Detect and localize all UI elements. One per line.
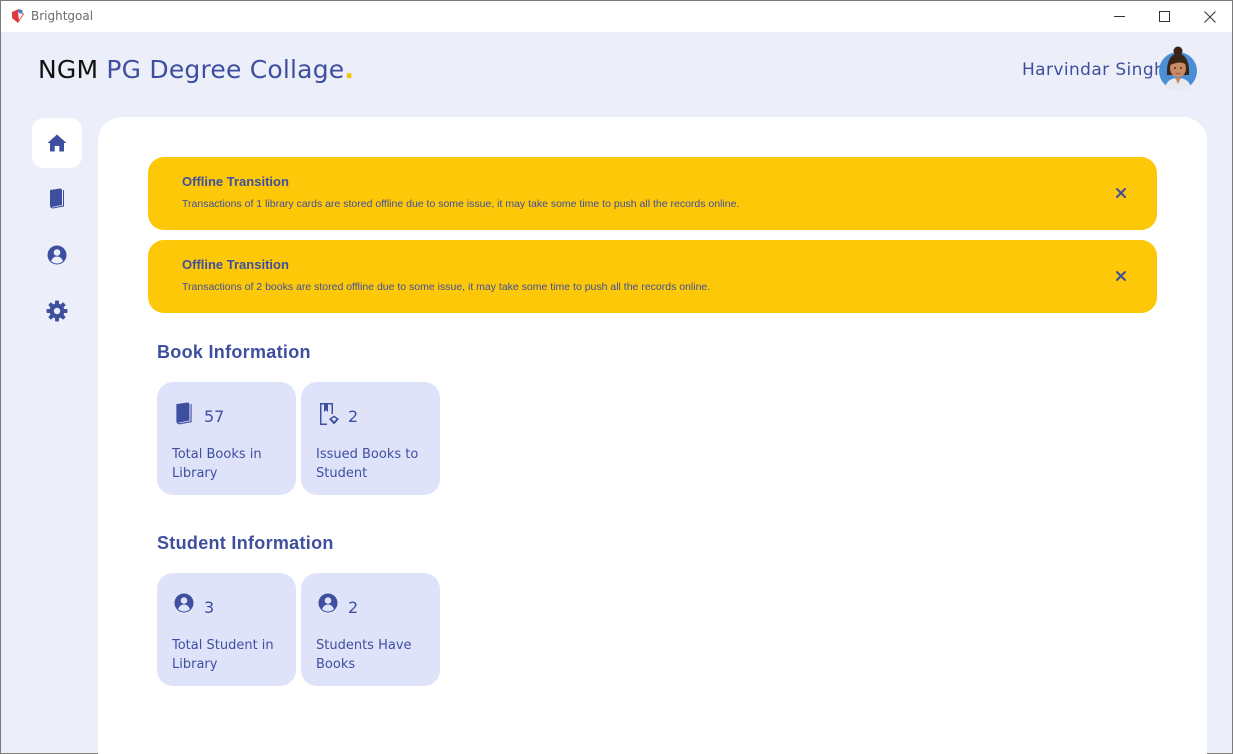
brand-name: PG Degree Collage xyxy=(106,55,345,84)
avatar[interactable] xyxy=(1158,45,1198,91)
alert-message: Transactions of 1 library cards are stor… xyxy=(182,198,740,210)
card-value: 2 xyxy=(348,598,359,617)
user-circle-icon xyxy=(318,593,340,617)
card-label: Students Have Books xyxy=(316,638,412,672)
offline-alert: Offline Transition Transactions of 2 boo… xyxy=(148,240,1157,313)
students-have-books-card[interactable]: 2 Students Have Books xyxy=(301,573,440,686)
sidebar-item-home[interactable] xyxy=(32,118,82,168)
close-icon[interactable] xyxy=(1114,269,1128,283)
card-value: 3 xyxy=(204,598,215,617)
card-value: 57 xyxy=(204,407,225,426)
book-bookmark-icon xyxy=(318,402,340,426)
student-information-heading: Student Information xyxy=(157,533,334,553)
home-icon xyxy=(47,134,67,152)
card-label: Total Books in Library xyxy=(172,447,262,481)
user-name[interactable]: Harvindar Singh xyxy=(1022,60,1165,80)
sidebar-item-profile[interactable] xyxy=(32,230,82,280)
title-bar: Brightgoal xyxy=(1,1,1232,32)
alert-message: Transactions of 2 books are stored offli… xyxy=(182,281,711,293)
book-icon xyxy=(174,402,196,426)
window-title: Brightgoal xyxy=(31,9,94,23)
total-students-card[interactable]: 3 Total Student in Library xyxy=(157,573,296,686)
main-panel: Offline Transition Transactions of 1 lib… xyxy=(98,117,1207,754)
sidebar-item-settings[interactable] xyxy=(32,286,82,336)
gear-icon xyxy=(46,300,68,322)
brand-dot: . xyxy=(344,55,355,84)
close-icon[interactable] xyxy=(1114,186,1128,200)
book-icon xyxy=(50,188,64,209)
close-window-button[interactable] xyxy=(1187,1,1233,32)
book-information-heading: Book Information xyxy=(157,342,311,362)
alert-title: Offline Transition xyxy=(182,174,289,189)
offline-alert: Offline Transition Transactions of 1 lib… xyxy=(148,157,1157,230)
total-books-card[interactable]: 57 Total Books in Library xyxy=(157,382,296,495)
app-window: Brightgoal NGM PG Degree Collage. Harvin… xyxy=(0,0,1233,754)
alert-title: Offline Transition xyxy=(182,257,289,272)
user-circle-icon xyxy=(47,245,67,265)
card-label: Total Student in Library xyxy=(172,638,274,672)
issued-books-card[interactable]: 2 Issued Books to Student xyxy=(301,382,440,495)
card-label: Issued Books to Student xyxy=(316,447,419,481)
college-name: NGM PG Degree Collage. xyxy=(38,55,354,84)
card-value: 2 xyxy=(348,407,359,426)
app-logo-icon xyxy=(10,8,26,24)
minimize-button[interactable] xyxy=(1096,1,1142,32)
brand-prefix: NGM xyxy=(38,55,99,84)
user-circle-icon xyxy=(174,593,196,617)
sidebar-item-books[interactable] xyxy=(32,174,82,224)
maximize-button[interactable] xyxy=(1141,1,1187,32)
